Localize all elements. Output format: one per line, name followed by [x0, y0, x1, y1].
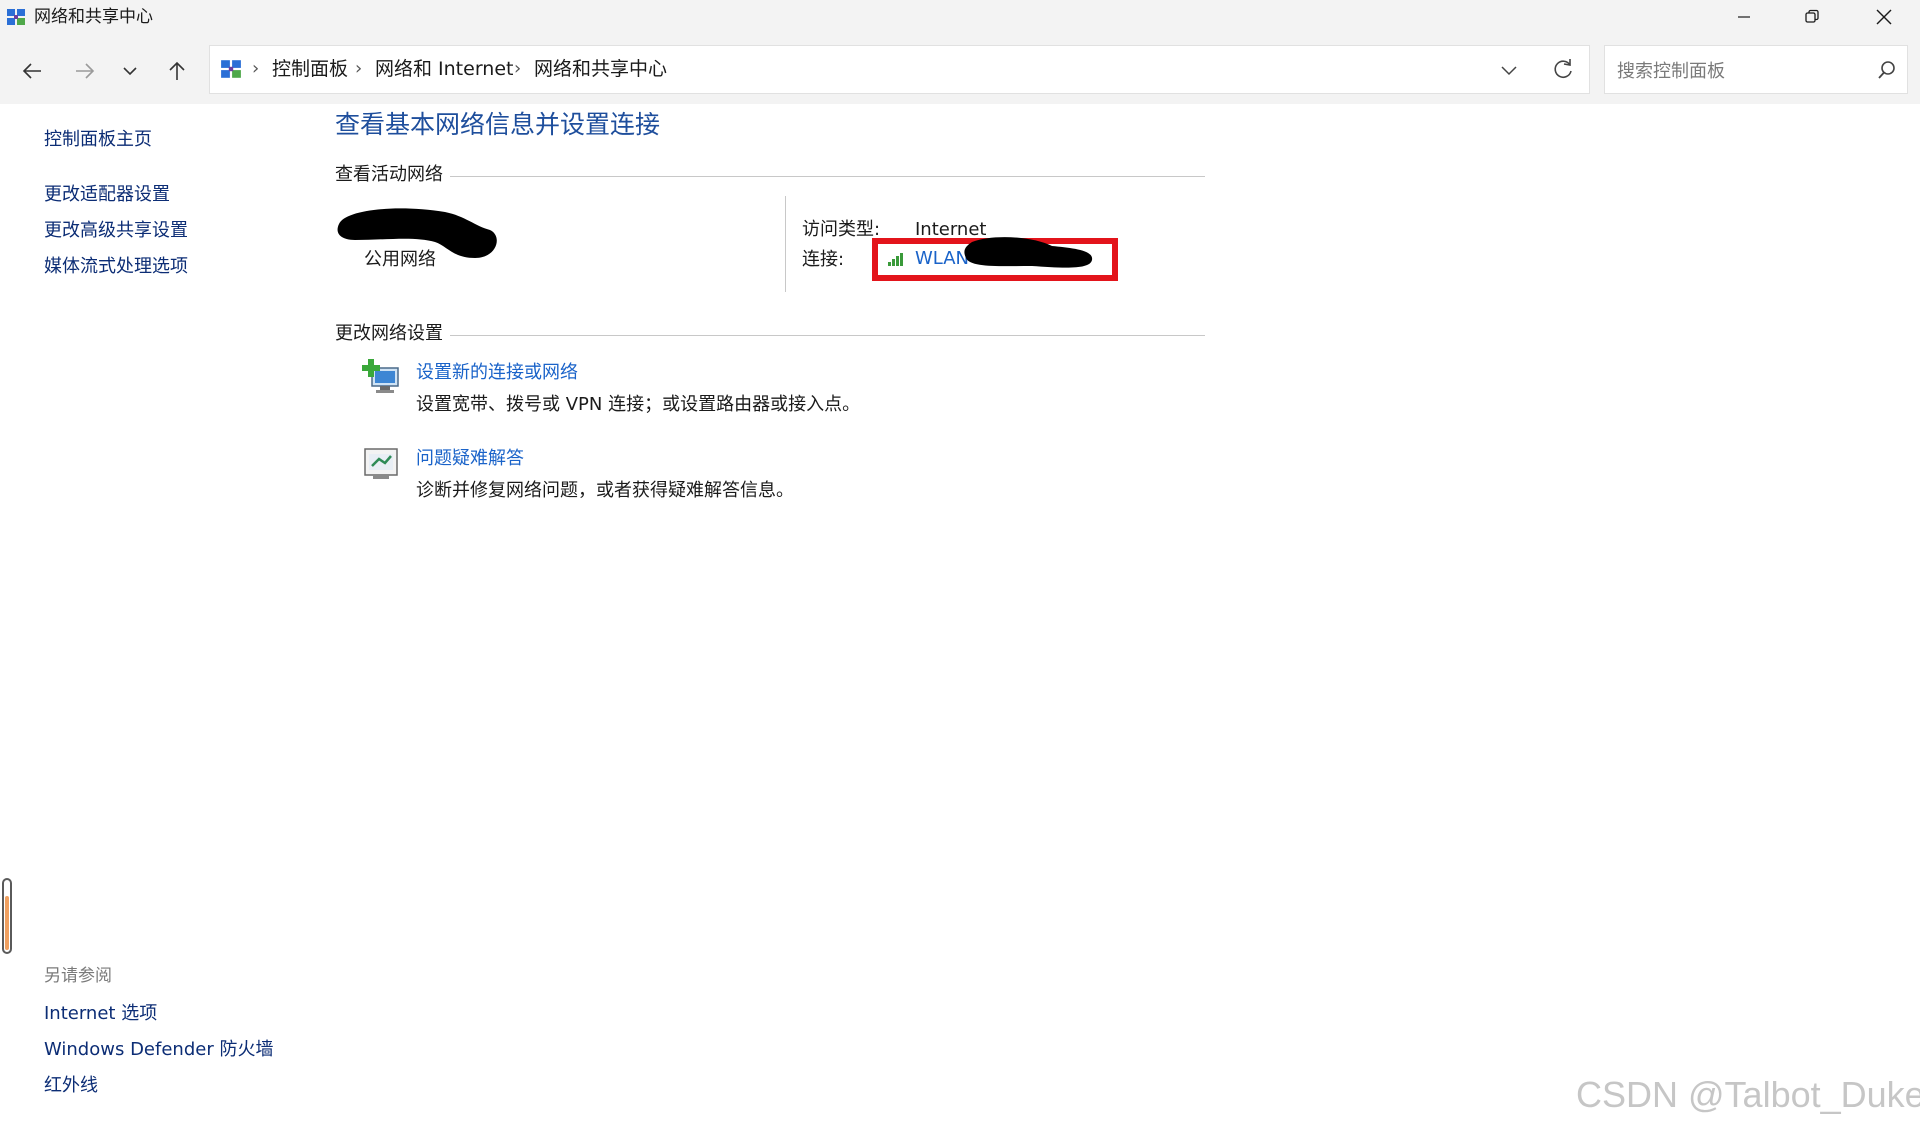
search-box[interactable]	[1604, 45, 1908, 94]
see-also-heading: 另请参阅	[44, 966, 112, 986]
up-button[interactable]	[155, 49, 199, 93]
breadcrumb-network-internet[interactable]: 网络和 Internet	[375, 58, 513, 80]
redaction-mark	[962, 234, 1094, 270]
refresh-icon	[1554, 59, 1572, 78]
breadcrumb-network-sharing-center[interactable]: 网络和共享中心	[534, 58, 667, 80]
see-also-windows-defender-firewall[interactable]: Windows Defender 防火墙	[44, 1039, 273, 1061]
arrow-up-icon	[169, 61, 185, 80]
close-icon	[1876, 9, 1892, 25]
close-button[interactable]	[1850, 0, 1918, 34]
troubleshoot-description: 诊断并修复网络问题，或者获得疑难解答信息。	[416, 480, 794, 501]
active-networks-heading: 查看活动网络	[335, 164, 443, 185]
sidebar-item-media-streaming[interactable]: 媒体流式处理选项	[44, 256, 188, 278]
see-also-infrared[interactable]: 红外线	[44, 1075, 98, 1097]
search-icon[interactable]	[1877, 60, 1897, 80]
section-divider	[450, 335, 1205, 336]
address-dropdown-button[interactable]	[1497, 58, 1521, 82]
scrollbar[interactable]	[2, 878, 12, 954]
back-button[interactable]	[10, 49, 54, 93]
chevron-down-icon	[123, 67, 137, 76]
connection-label: 连接:	[802, 249, 845, 270]
restore-button[interactable]	[1778, 0, 1846, 34]
control-panel-icon	[220, 58, 242, 80]
scrollbar-thumb[interactable]	[5, 896, 9, 950]
troubleshoot-icon	[363, 447, 401, 481]
search-input[interactable]	[1615, 58, 1869, 84]
setup-new-connection-description: 设置宽带、拨号或 VPN 连接；或设置路由器或接入点。	[416, 394, 861, 415]
breadcrumb-separator: ›	[514, 58, 522, 79]
window-title: 网络和共享中心	[34, 7, 153, 27]
network-center-icon	[6, 7, 26, 27]
change-settings-heading: 更改网络设置	[335, 323, 443, 344]
breadcrumb-separator: ›	[355, 58, 363, 79]
title-bar	[0, 0, 1920, 34]
new-connection-icon	[362, 358, 402, 398]
chevron-down-icon	[1501, 66, 1517, 76]
recent-locations-button[interactable]	[108, 49, 152, 93]
breadcrumb-control-panel[interactable]: 控制面板	[272, 58, 348, 80]
watermark: CSDN @Talbot_Duke	[1576, 1074, 1920, 1115]
forward-button[interactable]	[63, 49, 107, 93]
minimize-button[interactable]	[1710, 0, 1778, 34]
breadcrumb-separator: ›	[252, 58, 260, 79]
see-also-internet-options[interactable]: Internet 选项	[44, 1003, 157, 1025]
setup-new-connection-link[interactable]: 设置新的连接或网络	[416, 362, 578, 384]
section-divider	[450, 176, 1205, 177]
wlan-connection-link[interactable]: WLAN	[915, 248, 969, 270]
access-type-label: 访问类型:	[802, 219, 881, 240]
arrow-right-icon	[76, 63, 95, 79]
arrow-left-icon	[22, 63, 41, 79]
page-title: 查看基本网络信息并设置连接	[335, 110, 661, 139]
vertical-divider	[785, 196, 786, 292]
troubleshoot-link[interactable]: 问题疑难解答	[416, 448, 524, 470]
wifi-signal-icon	[887, 251, 907, 267]
sidebar-item-adapter-settings[interactable]: 更改适配器设置	[44, 184, 170, 206]
sidebar-item-advanced-sharing[interactable]: 更改高级共享设置	[44, 220, 188, 242]
sidebar-home-link[interactable]: 控制面板主页	[44, 129, 152, 151]
minimize-icon	[1738, 16, 1750, 18]
network-type-label: 公用网络	[364, 249, 436, 270]
refresh-button[interactable]	[1550, 57, 1576, 83]
restore-icon	[1805, 9, 1819, 23]
